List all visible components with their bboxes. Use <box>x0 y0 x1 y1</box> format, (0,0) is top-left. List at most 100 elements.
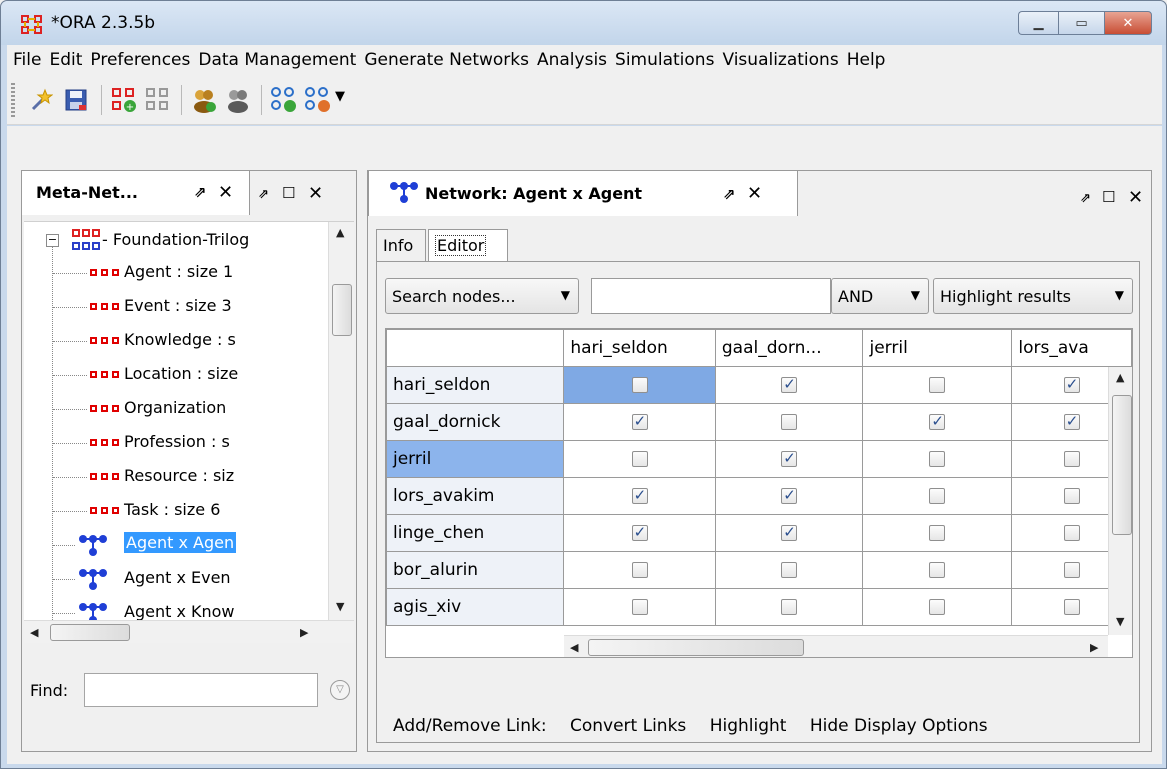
find-search-icon[interactable]: ▽ <box>330 680 350 700</box>
wizard-icon[interactable] <box>27 87 53 113</box>
tree-item[interactable]: Knowledge : s <box>24 326 334 356</box>
tree-item[interactable]: Task : size 6 <box>24 496 334 526</box>
column-header[interactable]: jerril <box>862 329 1013 367</box>
search-nodes-combo[interactable]: Search nodes... ▼ <box>385 278 579 314</box>
tree-item[interactable]: Organization <box>24 394 334 424</box>
row-header[interactable]: agis_xiv <box>386 588 565 626</box>
link-checkbox[interactable] <box>781 414 798 430</box>
link-checkbox[interactable] <box>929 488 946 504</box>
tree-item[interactable]: Profession : s <box>24 428 334 458</box>
add-nodeset-icon[interactable]: + <box>111 87 137 113</box>
link-checkbox[interactable] <box>1063 375 1080 393</box>
scroll-down-arrow-icon[interactable]: ▼ <box>336 600 344 613</box>
column-header[interactable]: gaal_dorn... <box>714 329 864 367</box>
row-header[interactable]: lors_avakim <box>386 477 565 515</box>
row-header[interactable]: gaal_dornick <box>386 403 565 441</box>
h-scroll-thumb[interactable] <box>50 624 130 641</box>
row-header[interactable]: jerril <box>386 440 565 478</box>
scroll-thumb[interactable] <box>332 284 352 336</box>
grid-horizontal-scrollbar[interactable]: ◀ ▶ <box>564 635 1108 657</box>
grid-h-scroll-thumb[interactable] <box>588 639 804 656</box>
grid-scroll-left-icon[interactable]: ◀ <box>570 641 578 654</box>
highlight-option[interactable]: Highlight <box>710 716 787 736</box>
tree-item[interactable]: Agent x Agen <box>24 530 334 560</box>
column-header[interactable]: hari_seldon <box>563 329 716 367</box>
link-checkbox[interactable] <box>631 377 648 393</box>
link-checkbox[interactable] <box>1063 451 1080 467</box>
menu-file[interactable]: File <box>9 50 45 70</box>
grid-scroll-thumb[interactable] <box>1112 395 1132 535</box>
row-header[interactable]: hari_seldon <box>386 366 565 404</box>
link-checkbox[interactable] <box>929 599 946 615</box>
maximize-button[interactable]: ▭ <box>1058 11 1104 35</box>
menu-help[interactable]: Help <box>843 50 890 70</box>
convert-links-option[interactable]: Convert Links <box>570 716 686 736</box>
subtab-editor[interactable]: Editor <box>428 229 508 261</box>
link-checkbox[interactable] <box>929 525 946 541</box>
tree-item[interactable]: Event : size 3 <box>24 292 334 322</box>
link-checkbox[interactable] <box>631 523 648 541</box>
menu-preferences[interactable]: Preferences <box>86 50 194 70</box>
row-header[interactable]: bor_alurin <box>386 551 565 589</box>
tab-meta-network[interactable]: Meta-Net... ⇗ ✕ <box>22 171 250 215</box>
link-checkbox[interactable] <box>781 599 798 615</box>
link-checkbox[interactable] <box>929 562 946 578</box>
panel-close-icon[interactable]: ✕ <box>1128 187 1143 208</box>
row-header[interactable]: linge_chen <box>386 514 565 552</box>
remove-agent-icon[interactable] <box>225 87 251 113</box>
maximize-panel-icon[interactable]: ☐ <box>282 184 295 202</box>
menu-data-management[interactable]: Data Management <box>194 50 360 70</box>
column-header[interactable]: lors_ava <box>1011 329 1132 367</box>
link-checkbox[interactable] <box>929 451 946 467</box>
link-checkbox[interactable] <box>781 562 798 578</box>
close-panel-icon[interactable]: ✕ <box>308 183 323 204</box>
menu-visualizations[interactable]: Visualizations <box>718 50 842 70</box>
node-search-input[interactable] <box>591 278 831 314</box>
tree-horizontal-scrollbar[interactable]: ◀ ▶ <box>24 620 354 643</box>
link-checkbox[interactable] <box>1063 488 1080 504</box>
scroll-up-arrow-icon[interactable]: ▲ <box>336 226 344 239</box>
link-checkbox[interactable] <box>781 375 798 393</box>
find-input[interactable] <box>84 673 318 707</box>
tree-root[interactable]: − - Foundation-Trilog <box>24 226 334 256</box>
tab-pin-icon[interactable]: ⇗ <box>723 185 736 203</box>
link-checkbox[interactable] <box>929 412 946 430</box>
menu-analysis[interactable]: Analysis <box>533 50 611 70</box>
link-checkbox[interactable] <box>631 412 648 430</box>
tree-vertical-scrollbar[interactable]: ▲ ▼ <box>328 222 354 620</box>
remove-network-icon[interactable] <box>305 87 331 113</box>
link-checkbox[interactable] <box>929 377 946 393</box>
tab-close-icon[interactable]: ✕ <box>747 183 762 204</box>
close-tab-icon[interactable]: ✕ <box>218 182 233 203</box>
title-bar[interactable]: *ORA 2.3.5b ▁ ▭ ✕ <box>1 1 1166 45</box>
link-checkbox[interactable] <box>1063 562 1080 578</box>
dropdown-icon[interactable]: ▼ <box>335 89 361 115</box>
subtab-info[interactable]: Info <box>376 229 426 261</box>
panel-maximize-icon[interactable]: ☐ <box>1102 188 1115 206</box>
grid-scroll-up-icon[interactable]: ▲ <box>1116 371 1124 384</box>
link-checkbox[interactable] <box>781 523 798 541</box>
link-checkbox[interactable] <box>631 451 648 467</box>
tree-item[interactable]: Agent : size 1 <box>24 258 334 288</box>
remove-nodeset-icon[interactable] <box>145 87 171 113</box>
link-checkbox[interactable] <box>1063 412 1080 430</box>
tree-item[interactable]: Location : size <box>24 360 334 390</box>
menu-edit[interactable]: Edit <box>45 50 86 70</box>
hide-display-options-toggle[interactable]: Hide Display Options <box>810 716 988 736</box>
link-checkbox[interactable] <box>1063 525 1080 541</box>
minimize-button[interactable]: ▁ <box>1018 11 1058 35</box>
close-window-button[interactable]: ✕ <box>1104 11 1152 35</box>
grid-scroll-right-icon[interactable]: ▶ <box>1090 641 1098 654</box>
tree-item[interactable]: Agent x Even <box>24 564 334 594</box>
add-network-icon[interactable] <box>271 87 297 113</box>
add-remove-link-option[interactable]: Add/Remove Link: <box>393 716 547 736</box>
tree-item[interactable]: Resource : siz <box>24 462 334 492</box>
grid-vertical-scrollbar[interactable]: ▲ ▼ <box>1108 367 1132 635</box>
scroll-left-arrow-icon[interactable]: ◀ <box>30 626 38 639</box>
toolbar-grip[interactable] <box>11 83 15 117</box>
link-checkbox[interactable] <box>631 486 648 504</box>
highlight-results-combo[interactable]: Highlight results ▼ <box>933 278 1133 314</box>
restore-icon[interactable]: ⇗ <box>258 187 269 202</box>
save-icon[interactable] <box>63 87 89 113</box>
add-agent-icon[interactable] <box>191 87 217 113</box>
